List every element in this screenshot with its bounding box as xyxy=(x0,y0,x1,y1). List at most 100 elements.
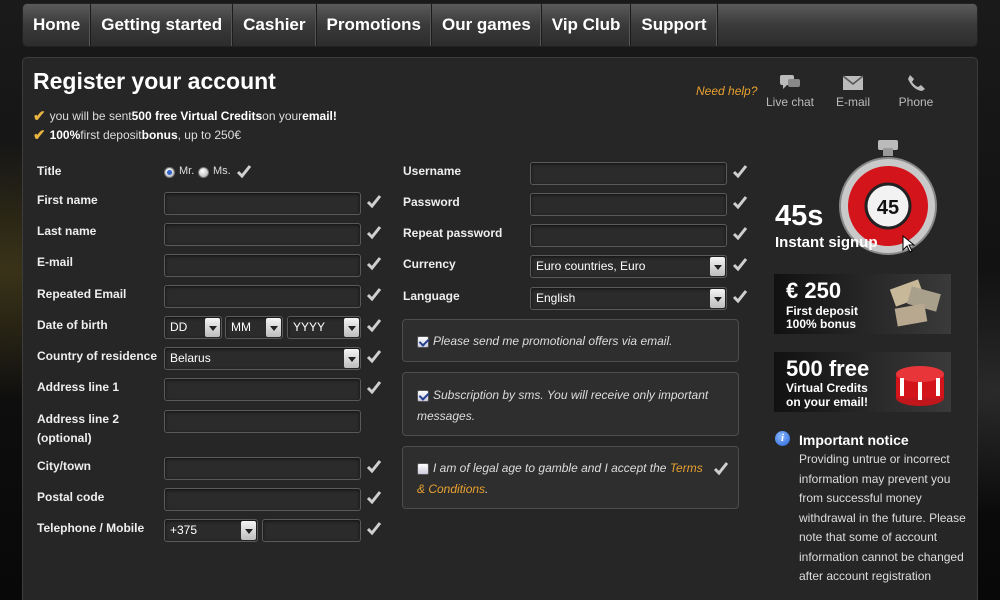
address2-label: Address line 2 xyxy=(37,412,120,426)
banknotes-icon xyxy=(889,279,941,327)
phone-contact-button[interactable]: Phone xyxy=(886,74,946,109)
first-name-label: First name xyxy=(37,193,98,207)
dob-day-select[interactable]: DD xyxy=(164,316,222,339)
address1-label: Address line 1 xyxy=(37,380,120,394)
valid-check-icon xyxy=(366,257,382,271)
email-offers-text: Please send me promotional offers via em… xyxy=(433,334,673,348)
repeat-password-label: Repeat password xyxy=(403,226,503,240)
nav-vip-club[interactable]: Vip Club xyxy=(542,4,632,46)
valid-check-icon xyxy=(732,196,748,210)
valid-check-icon xyxy=(366,491,382,505)
valid-check-icon xyxy=(366,288,382,302)
dob-label: Date of birth xyxy=(37,318,108,332)
notice-body: Providing untrue or incorrect informatio… xyxy=(799,452,966,583)
chevron-down-icon xyxy=(344,318,359,337)
phone-code-select[interactable]: +375 xyxy=(164,519,258,542)
sms-text-line1: Subscription by sms. You will receive on… xyxy=(433,388,709,402)
chevron-down-icon xyxy=(205,318,220,337)
valid-check-icon xyxy=(732,258,748,272)
first-name-input[interactable] xyxy=(164,192,361,215)
nav-promotions[interactable]: Promotions xyxy=(317,4,432,46)
valid-check-icon xyxy=(732,227,748,241)
mr-radio[interactable] xyxy=(164,167,175,178)
valid-check-icon xyxy=(732,290,748,304)
promo-line-credits: ✔ you will be sent 500 free Virtual Cred… xyxy=(33,108,337,125)
free-credits-banner[interactable]: 500 free Virtual Credits on your email! xyxy=(774,352,951,412)
username-label: Username xyxy=(403,164,462,178)
chevron-down-icon xyxy=(710,289,725,308)
valid-check-icon xyxy=(366,350,382,364)
email-offers-checkbox[interactable] xyxy=(417,336,429,348)
title-label: Title xyxy=(37,164,62,178)
repeated-email-input[interactable] xyxy=(164,285,361,308)
nav-cashier[interactable]: Cashier xyxy=(233,4,317,46)
chevron-down-icon xyxy=(344,349,359,368)
valid-check-icon xyxy=(713,462,729,476)
valid-check-icon xyxy=(236,165,252,179)
last-name-label: Last name xyxy=(37,224,97,238)
chevron-down-icon xyxy=(241,521,256,540)
page-title: Register your account xyxy=(33,68,276,94)
nav-getting-started[interactable]: Getting started xyxy=(91,4,234,46)
postal-input[interactable] xyxy=(164,488,361,511)
timer-big-text: 45s xyxy=(775,200,824,232)
valid-check-icon xyxy=(732,165,748,179)
email-label: E-mail xyxy=(37,255,74,269)
address2-optional-label: (optional) xyxy=(37,431,92,445)
password-input[interactable] xyxy=(530,193,727,216)
currency-select[interactable]: Euro countries, Euro xyxy=(530,255,727,278)
chevron-down-icon xyxy=(266,318,281,337)
notice-title: Important notice xyxy=(799,432,909,448)
terms-text-line1: I am of legal age to gamble and I accept… xyxy=(433,461,703,475)
valid-check-icon xyxy=(366,195,382,209)
ms-radio[interactable] xyxy=(198,167,209,178)
country-select[interactable]: Belarus xyxy=(164,347,361,370)
nav-home[interactable]: Home xyxy=(23,4,92,46)
valid-check-icon xyxy=(366,522,382,536)
dob-month-select[interactable]: MM xyxy=(225,316,283,339)
password-label: Password xyxy=(403,195,460,209)
repeat-password-input[interactable] xyxy=(530,224,727,247)
terms-link[interactable]: Terms xyxy=(670,461,703,475)
casino-chips-icon xyxy=(896,366,944,406)
valid-check-icon xyxy=(366,460,382,474)
main-nav: Home Getting started Cashier Promotions … xyxy=(22,3,978,47)
dob-year-select[interactable]: YYYY xyxy=(287,316,361,339)
live-chat-button[interactable]: Live chat xyxy=(760,74,820,109)
promo-line-bonus: ✔ 100% first deposit bonus, up to 250€ xyxy=(33,127,242,144)
chevron-down-icon xyxy=(710,257,725,276)
sms-checkbox[interactable] xyxy=(417,390,429,402)
valid-check-icon xyxy=(366,226,382,240)
sms-text-line2: messages. xyxy=(417,409,476,423)
city-label: City/town xyxy=(37,459,91,473)
nav-our-games[interactable]: Our games xyxy=(432,4,542,46)
phone-icon xyxy=(908,75,925,91)
terms-text-line2: & Conditions. xyxy=(417,482,489,496)
envelope-icon xyxy=(842,75,864,90)
cursor-icon xyxy=(902,235,916,253)
address1-input[interactable] xyxy=(164,378,361,401)
repeated-email-label: Repeated Email xyxy=(37,287,127,301)
email-contact-button[interactable]: E-mail xyxy=(823,74,883,109)
address2-input[interactable] xyxy=(164,410,361,433)
ms-label: Ms. xyxy=(213,165,231,177)
city-input[interactable] xyxy=(164,457,361,480)
language-label: Language xyxy=(403,289,460,303)
svg-text:45: 45 xyxy=(877,197,899,219)
last-name-input[interactable] xyxy=(164,223,361,246)
phone-number-input[interactable] xyxy=(262,519,361,542)
username-input[interactable] xyxy=(530,162,727,185)
email-input[interactable] xyxy=(164,254,361,277)
valid-check-icon xyxy=(366,381,382,395)
terms-checkbox[interactable] xyxy=(417,463,429,475)
info-icon: i xyxy=(775,431,790,446)
chat-icon xyxy=(780,75,800,89)
deposit-bonus-banner[interactable]: € 250 First deposit 100% bonus xyxy=(774,274,951,334)
tick-icon: ✔ xyxy=(33,127,46,144)
conditions-link[interactable]: & Conditions xyxy=(417,482,485,496)
country-label: Country of residence xyxy=(37,349,158,363)
nav-support[interactable]: Support xyxy=(631,4,718,46)
language-select[interactable]: English xyxy=(530,287,727,310)
postal-label: Postal code xyxy=(37,490,105,504)
mr-label: Mr. xyxy=(179,165,195,177)
